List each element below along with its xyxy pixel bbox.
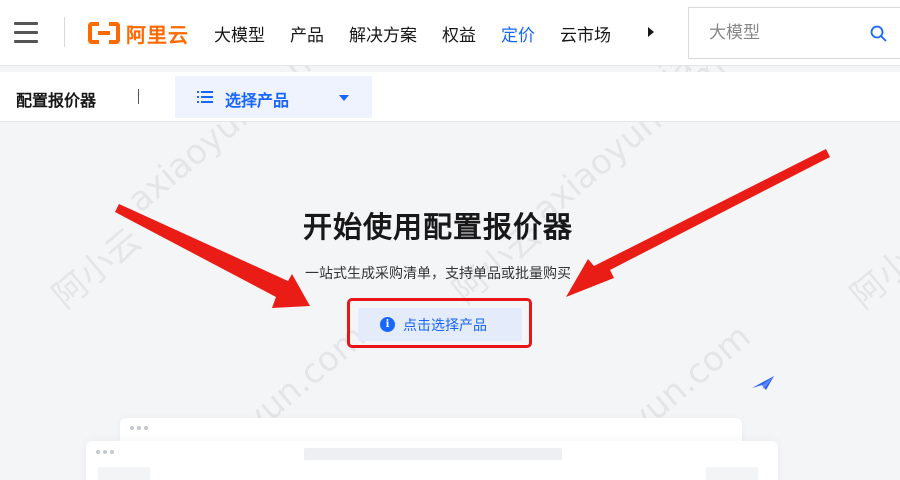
nav-item-marketplace[interactable]: 云市场 [560, 21, 611, 46]
nav-item-solutions[interactable]: 解决方案 [349, 21, 417, 46]
select-product-button[interactable]: i 点击选择产品 [358, 308, 522, 341]
nav-item-pricing[interactable]: 定价 [501, 21, 535, 46]
search-icon[interactable] [870, 25, 887, 42]
more-arrow-icon[interactable] [648, 27, 654, 37]
nav-item-products[interactable]: 产品 [290, 21, 324, 46]
nav-item-benefits[interactable]: 权益 [442, 21, 476, 46]
preview-card-front [86, 441, 778, 480]
preview-placeholder-bar [304, 448, 562, 460]
window-dots [130, 426, 151, 430]
paper-plane-icon [752, 376, 774, 390]
empty-state-subtitle: 一站式生成采购清单，支持单品或批量购买 [305, 266, 571, 282]
search-input[interactable] [689, 8, 859, 58]
nav-divider [64, 17, 65, 47]
aliyun-logo-icon [88, 22, 120, 44]
sub-header: 配置报价器 选择产品 [0, 72, 900, 122]
nav-item-large-models[interactable]: 大模型 [214, 21, 265, 46]
info-icon: i [380, 317, 395, 332]
brand-logo[interactable]: 阿里云 [88, 19, 189, 47]
window-dots [96, 450, 117, 454]
search-box [688, 7, 900, 59]
preview-placeholder-block [98, 467, 150, 480]
page-title: 配置报价器 [16, 91, 97, 110]
sub-divider [138, 89, 139, 104]
empty-state-title: 开始使用配置报价器 [302, 210, 573, 244]
top-navigation: 阿里云 大模型 产品 解决方案 权益 定价 云市场 [0, 0, 900, 66]
preview-placeholder-block [706, 467, 758, 480]
product-select-dropdown[interactable]: 选择产品 [175, 76, 372, 118]
menu-icon[interactable] [14, 22, 38, 43]
list-icon [197, 91, 213, 103]
product-select-label: 选择产品 [225, 91, 290, 110]
chevron-down-icon [339, 95, 349, 101]
main-nav: 大模型 产品 解决方案 权益 定价 云市场 [214, 21, 636, 46]
brand-name: 阿里云 [126, 22, 189, 47]
select-product-button-label: 点击选择产品 [403, 318, 487, 334]
